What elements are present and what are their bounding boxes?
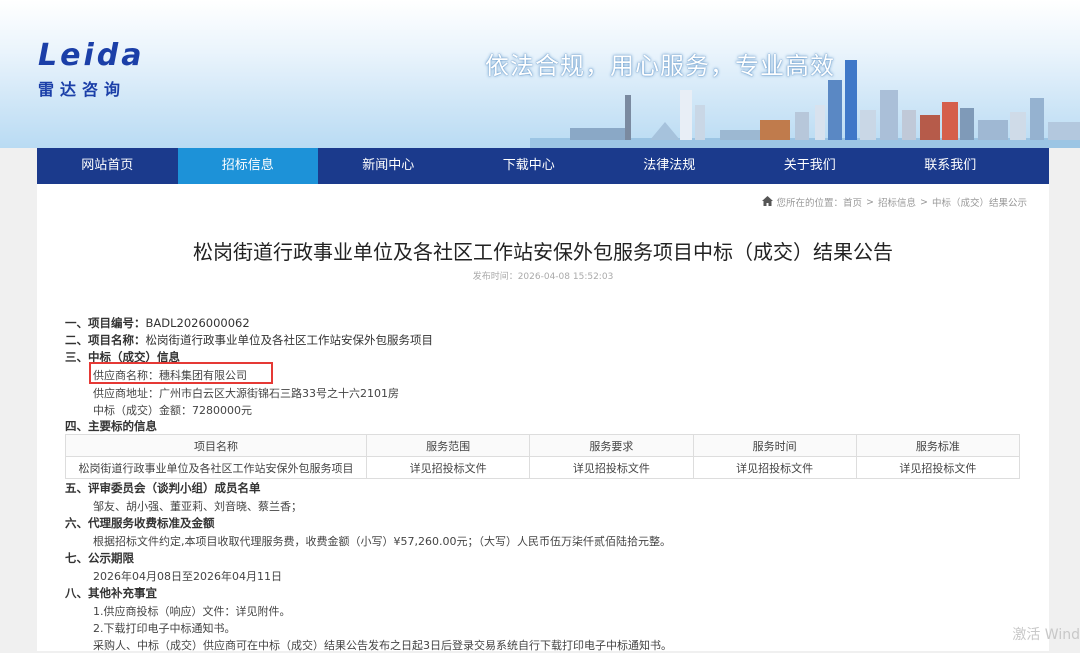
table-cell: 松岗街道行政事业单位及各社区工作站安保外包服务项目 — [65, 456, 367, 479]
table-cell: 详见招投标文件 — [692, 456, 857, 479]
breadcrumb-home[interactable]: 首页 — [843, 195, 862, 209]
table-header-cell: 服务标准 — [855, 434, 1021, 457]
publish-time: 发布时间：2026-04-08 15:52:03 — [472, 272, 614, 282]
table-header-cell: 服务时间 — [692, 434, 857, 457]
nav-about[interactable]: 关于我们 — [740, 148, 881, 184]
article-title: 松岗街道行政事业单位及各社区工作站安保外包服务项目中标（成交）结果公告 — [193, 240, 893, 264]
breadcrumb-prefix: 您所在的位置： — [776, 198, 844, 209]
publicity-period: 2026年04月08日至2026年04月11日 — [93, 570, 282, 583]
table-cell: 详见招投标文件 — [365, 456, 531, 479]
breadcrumb-separator: > — [920, 196, 928, 208]
main-nav: 网站首页 招标信息 新闻中心 下载中心 法律法规 关于我们 联系我们 — [37, 148, 1049, 184]
supplier-name: 供应商名称：穗科集团有限公司 — [93, 369, 247, 382]
section-other-heading: 八、其他补充事宜 — [65, 586, 157, 600]
nav-laws[interactable]: 法律法规 — [599, 148, 740, 184]
other-item-2: 2.下载打印电子中标通知书。 — [93, 622, 236, 635]
table-header-row: 项目名称 服务范围 服务要求 服务时间 服务标准 — [65, 434, 1021, 457]
table-header-cell: 服务要求 — [529, 434, 694, 457]
committee-members: 邹友、胡小强、董亚莉、刘音晓、蔡兰香； — [93, 500, 302, 513]
table-cell: 详见招投标文件 — [855, 456, 1021, 479]
section-label: 一、项目编号： — [65, 316, 146, 330]
bid-amount: 中标（成交）金额：7280000元 — [93, 404, 252, 417]
article-container: 您所在的位置： 首页 > 招标信息 > 中标（成交）结果公示 松岗街道行政事业单… — [37, 184, 1049, 652]
nav-downloads[interactable]: 下载中心 — [459, 148, 600, 184]
home-icon — [761, 195, 773, 209]
section-project-number: 一、项目编号：BADL2026000062 — [65, 315, 250, 331]
site-logo[interactable]: Leida 雷达咨询 — [38, 40, 144, 100]
section-label: 二、项目名称： — [65, 333, 146, 347]
supplier-address: 供应商地址：广州市白云区大源街锦石三路33号之十六2101房 — [93, 387, 399, 400]
logo-chinese: 雷达咨询 — [38, 80, 127, 99]
section-project-name: 二、项目名称：松岗街道行政事业单位及各社区工作站安保外包服务项目 — [65, 332, 433, 348]
section-committee-heading: 五、评审委员会（谈判小组）成员名单 — [65, 481, 261, 495]
project-number: BADL2026000062 — [145, 316, 250, 330]
breadcrumb-current[interactable]: 中标（成交）结果公示 — [932, 195, 1027, 209]
logo-english: Leida — [38, 38, 145, 73]
table-cell: 详见招投标文件 — [529, 456, 694, 479]
lots-table: 项目名称 服务范围 服务要求 服务时间 服务标准 松岗街道行政事业单位及各社区工… — [65, 434, 1021, 479]
table-header-cell: 项目名称 — [65, 434, 367, 457]
table-header-cell: 服务范围 — [365, 434, 531, 457]
site-header: Leida 雷达咨询 依法合规，用心服务，专业高效 — [0, 0, 1080, 148]
header-slogan: 依法合规，用心服务，专业高效 — [485, 52, 835, 80]
fee-text: 根据招标文件约定,本项目收取代理服务费，收费金额（小写）¥57,260.00元；… — [93, 535, 671, 548]
breadcrumb-tender-info[interactable]: 招标信息 — [878, 195, 916, 209]
breadcrumb: 您所在的位置： 首页 > 招标信息 > 中标（成交）结果公示 — [761, 195, 1027, 209]
section-fee-heading: 六、代理服务收费标准及金额 — [65, 516, 215, 530]
section-lots-heading: 四、主要标的信息 — [65, 419, 157, 433]
activation-watermark: 激活 Wind — [1012, 627, 1080, 643]
table-row: 松岗街道行政事业单位及各社区工作站安保外包服务项目 详见招投标文件 详见招投标文… — [65, 456, 1021, 479]
other-item-1: 1.供应商投标（响应）文件：详见附件。 — [93, 605, 291, 618]
breadcrumb-separator: > — [866, 196, 874, 208]
nav-news[interactable]: 新闻中心 — [318, 148, 459, 184]
section-period-heading: 七、公示期限 — [65, 551, 134, 565]
nav-tender-info[interactable]: 招标信息 — [177, 148, 318, 184]
nav-contact[interactable]: 联系我们 — [880, 148, 1021, 184]
project-name: 松岗街道行政事业单位及各社区工作站安保外包服务项目 — [145, 333, 434, 347]
nav-home[interactable]: 网站首页 — [37, 148, 178, 184]
